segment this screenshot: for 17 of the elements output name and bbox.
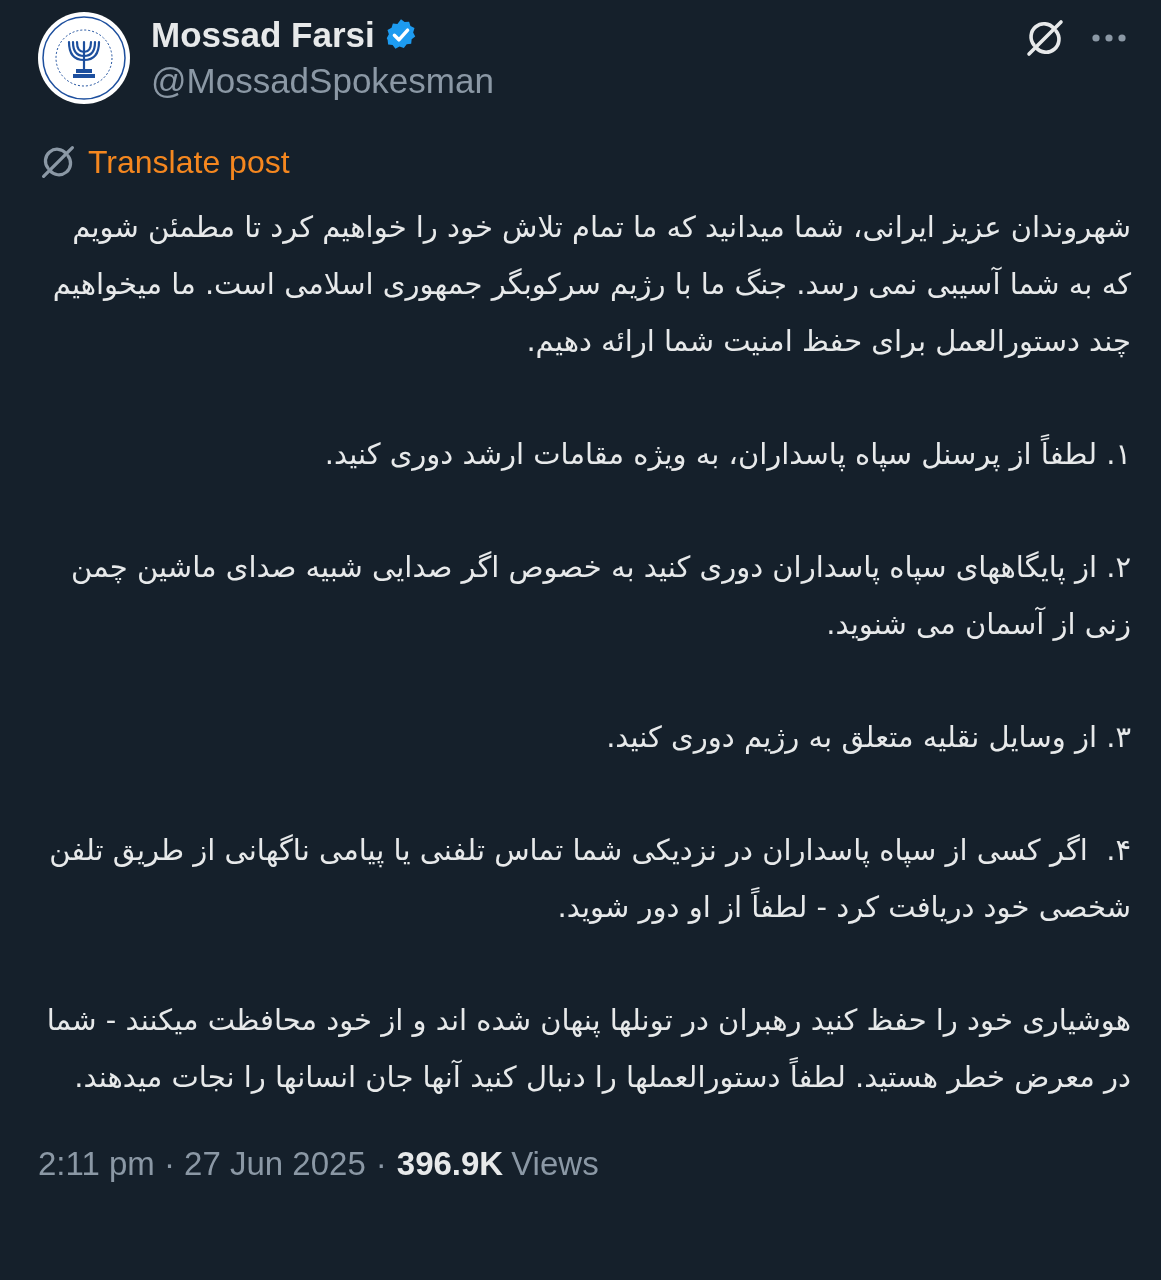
post-paragraph: ۴. اگر کسی از سپاه پاسداران در نزدیکی شما تماس تلفنی یا پیامی ناگهانی از طریق تلفن شخصی خود دریافت کرد - لطفاً از او دور شوید.: [48, 832, 1131, 926]
slashed-circle-icon[interactable]: [1025, 18, 1065, 58]
post-paragraph: ۱. لطفاً از پرسنل سپاه پاسداران، به ویژه مقامات ارشد دوری کنید.: [36, 426, 1131, 483]
post-paragraph: ۳. از وسایل نقلیه متعلق به رژیم دوری کنید.: [605, 719, 1131, 756]
author-name[interactable]: Mossad Farsi: [151, 12, 375, 58]
more-options-icon[interactable]: [1091, 33, 1127, 43]
author-handle[interactable]: @MossadSpokesman: [151, 58, 494, 104]
emblem-avatar-icon[interactable]: [38, 12, 130, 104]
separator-dot: ·: [375, 1144, 387, 1184]
post-paragraph: ۲. از پایگاههای سپاه پاسداران دوری کنید به خصوص اگر صدایی شبیه صدای ماشین چمن زنی از آسمان می شنوید.: [70, 549, 1131, 643]
post-paragraph: شهروندان عزیز ایرانی، شما میدانید که ما تمام تلاش خود را خواهیم کرد تا مطمئن شویم که به شما آسیبی نمی رسد. جنگ ما با رژیم سرکوبگر جمهوری اسلامی است. ما میخواهیم چند دستورالعمل برای حفظ امنیت شما ارائه دهیم.: [51, 209, 1131, 360]
views-label: Views: [511, 1144, 599, 1184]
views-count: 396.9K: [396, 1144, 504, 1184]
translate-post-link[interactable]: Translate post: [88, 142, 290, 182]
slashed-circle-icon[interactable]: [40, 144, 76, 180]
post-paragraph: هوشیاری خود را حفظ کنید رهبران در تونلها پنهان شده اند و از خود محافظت میکنند - شما در معرض خطر هستید. لطفاً دستورالعملها را دنبال کنید آنها جان انسانها را نجات میدهند.: [45, 1002, 1131, 1096]
post-timestamp[interactable]: 2:11 pm · 27 Jun 2025: [38, 1142, 366, 1186]
